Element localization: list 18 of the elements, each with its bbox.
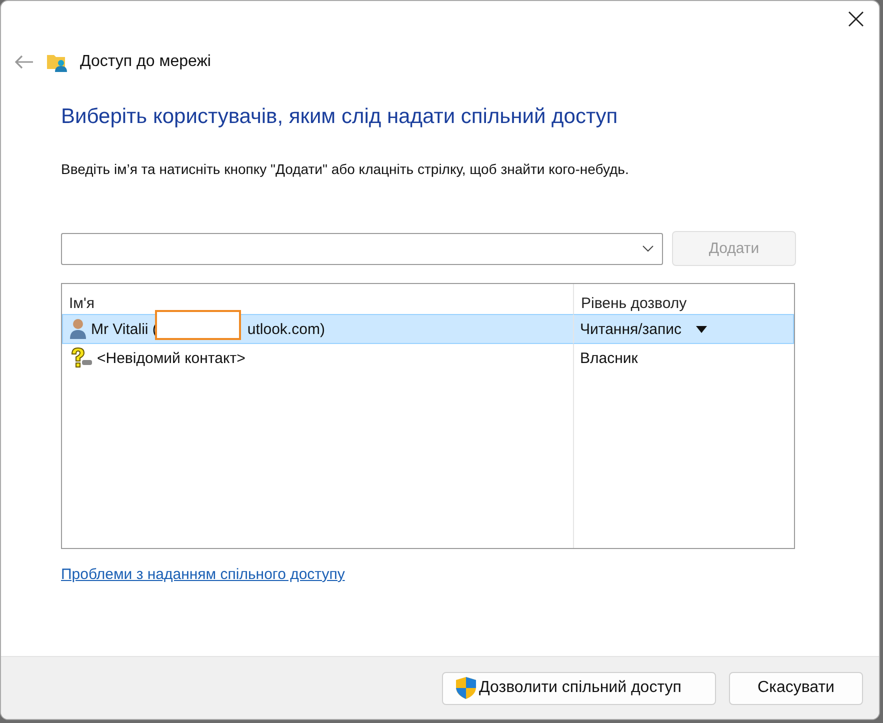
dialog-heading: Виберіть користувачів, яким слід надати спільний доступ <box>61 105 619 129</box>
dropdown-arrow-icon[interactable] <box>696 326 706 332</box>
column-header[interactable]: Ім'я <box>62 284 573 314</box>
close-icon <box>848 11 864 27</box>
cancel-button[interactable]: Скасувати <box>729 672 863 704</box>
shield-icon <box>455 676 477 700</box>
user-icon <box>69 318 87 340</box>
question-mark-user-icon <box>69 347 93 369</box>
back-arrow-icon[interactable] <box>14 54 34 70</box>
name-combo-field[interactable] <box>61 232 663 264</box>
chevron-down-icon[interactable] <box>642 244 654 252</box>
allow-sharing-button[interactable]: Дозволити спільний доступ <box>442 672 716 704</box>
sharing-help-link[interactable]: Проблеми з наданням спільного доступу <box>61 566 345 583</box>
permission-cell[interactable]: Власник <box>573 344 794 372</box>
user-name-cell[interactable]: <Невідомий контакт> <box>62 344 573 372</box>
window-title: Доступ до мережі <box>80 53 211 71</box>
instruction-text: Введіть ім’я та натисніть кнопку "Додати" або клацніть стрілку, щоб знайти кого-небудь. <box>61 161 630 177</box>
permission-cell[interactable]: Читання/запис <box>573 314 794 344</box>
